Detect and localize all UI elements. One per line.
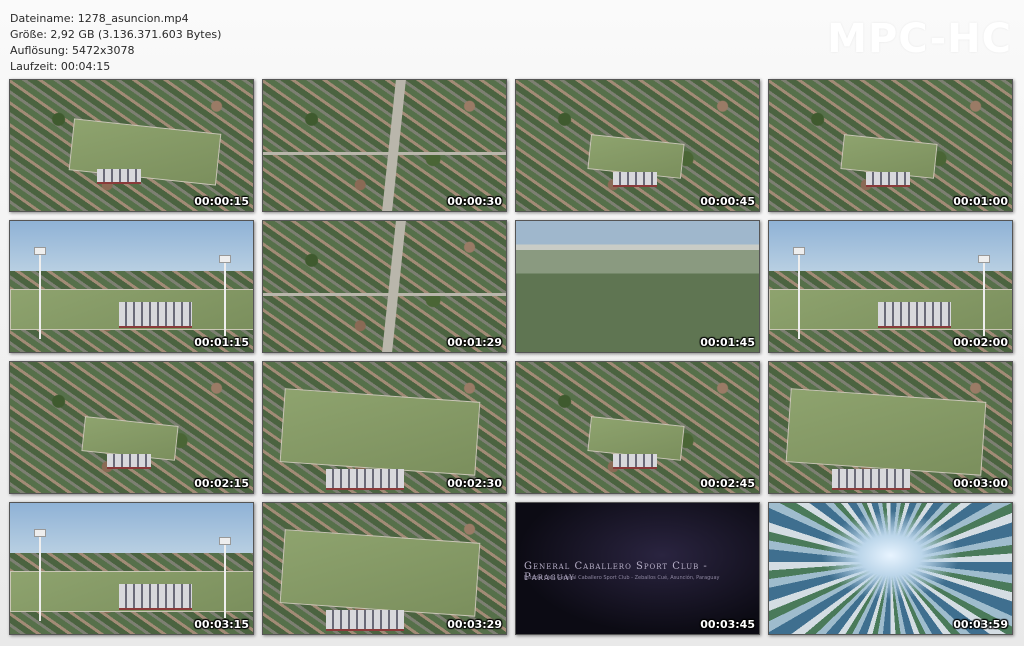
- stand-shape: [97, 169, 142, 185]
- thumbnail: 00:01:00: [768, 79, 1013, 212]
- thumbnail: 00:02:15: [9, 361, 254, 494]
- timestamp: 00:03:00: [953, 477, 1008, 490]
- timestamp: 00:02:15: [194, 477, 249, 490]
- thumbnail-image: [516, 362, 759, 493]
- timestamp: 00:02:45: [700, 477, 755, 490]
- stand-shape: [119, 302, 193, 328]
- sky-shape: [10, 503, 253, 553]
- timestamp: 00:02:00: [953, 336, 1008, 349]
- thumbnail: 00:03:59: [768, 502, 1013, 635]
- thumbnail-image: [769, 80, 1012, 211]
- poletop-shape: [218, 537, 231, 546]
- poletop-shape: [793, 247, 806, 256]
- thumbnail: 00:02:45: [515, 361, 760, 494]
- sky-shape: [10, 221, 253, 271]
- stand-shape: [613, 453, 657, 469]
- poletop-shape: [977, 255, 990, 264]
- timestamp: 00:00:15: [194, 195, 249, 208]
- thumbnail-image: [263, 80, 506, 211]
- thumbnail: 00:00:15: [9, 79, 254, 212]
- timestamp: 00:00:30: [447, 195, 502, 208]
- thumbnail: 00:00:45: [515, 79, 760, 212]
- timestamp: 00:01:00: [953, 195, 1008, 208]
- road-shape: [382, 80, 406, 211]
- mpc-hc-logo: MPC-HC: [827, 16, 1012, 62]
- thumbnail-image: [516, 221, 759, 352]
- size-line: Größe: 2,92 GB (3.136.371.603 Bytes): [10, 28, 222, 41]
- pole-shape: [982, 257, 985, 337]
- thumbnail: 00:03:29: [262, 502, 507, 635]
- timestamp: 00:01:29: [447, 336, 502, 349]
- thumbnail-image: [263, 503, 506, 634]
- resolution-line: Auflösung: 5472x3078: [10, 44, 135, 57]
- sky-shape: [769, 221, 1012, 271]
- stand-shape: [107, 453, 151, 469]
- thumbnail: 00:03:00: [768, 361, 1013, 494]
- thumbnail-title-card: General Caballero Sport Club - Paraguay E…: [515, 502, 760, 635]
- thumbnail: 00:02:00: [768, 220, 1013, 353]
- thumbnail-image: [263, 362, 506, 493]
- pole-shape: [223, 257, 226, 337]
- stand-shape: [866, 171, 910, 187]
- thumbnail-image: [10, 503, 253, 634]
- stand-shape: [613, 171, 657, 187]
- timestamp: 00:01:15: [194, 336, 249, 349]
- timestamp: 00:01:45: [700, 336, 755, 349]
- poletop-shape: [218, 255, 231, 264]
- thumbnail: 00:01:15: [9, 220, 254, 353]
- stand-shape: [326, 610, 404, 631]
- poletop-shape: [34, 529, 47, 538]
- timestamp: 00:03:15: [194, 618, 249, 631]
- stand-shape: [119, 584, 193, 610]
- stand-shape: [326, 469, 404, 490]
- pole-shape: [39, 249, 42, 339]
- timestamp: 00:03:59: [953, 618, 1008, 631]
- timestamp: 00:02:30: [447, 477, 502, 490]
- pole-shape: [39, 531, 42, 621]
- timestamp: 00:03:45: [700, 618, 755, 631]
- field-shape: [280, 528, 482, 617]
- road-shape: [263, 293, 506, 296]
- pole-shape: [798, 249, 801, 339]
- thumbnail: 00:00:30: [262, 79, 507, 212]
- stand-shape: [878, 302, 952, 328]
- thumbnail-image: [263, 221, 506, 352]
- thumbnail-image: [10, 80, 253, 211]
- file-info: Dateiname: 1278_asuncion.mp4 Größe: 2,92…: [10, 11, 221, 75]
- thumbnail-image: [769, 503, 1012, 634]
- thumbnail-image: [10, 221, 253, 352]
- thumbnail-image: General Caballero Sport Club - Paraguay E…: [516, 503, 759, 634]
- timestamp: 00:00:45: [700, 195, 755, 208]
- thumbnail-image: [10, 362, 253, 493]
- thumbnail: 00:01:29: [262, 220, 507, 353]
- field-shape: [68, 118, 221, 186]
- thumbnail-image: [769, 221, 1012, 352]
- thumbnail-image: [769, 362, 1012, 493]
- thumbnail-grid: 00:00:15 00:00:30 00:00:45 00:01:00 00:0…: [9, 79, 1013, 635]
- pole-shape: [223, 539, 226, 619]
- road-shape: [382, 221, 406, 352]
- thumbnail: 00:03:15: [9, 502, 254, 635]
- thumbnail-image: [516, 80, 759, 211]
- thumbnail: 00:01:45: [515, 220, 760, 353]
- field-shape: [280, 387, 482, 476]
- stand-shape: [832, 469, 910, 490]
- poletop-shape: [34, 247, 47, 256]
- thumbnail: 00:02:30: [262, 361, 507, 494]
- field-shape: [786, 387, 988, 476]
- filename-line: Dateiname: 1278_asuncion.mp4: [10, 12, 189, 25]
- timestamp: 00:03:29: [447, 618, 502, 631]
- road-shape: [263, 152, 506, 155]
- duration-line: Laufzeit: 00:04:15: [10, 60, 111, 73]
- title-card-subtitle: Estadio Club General Caballero Sport Clu…: [524, 575, 720, 581]
